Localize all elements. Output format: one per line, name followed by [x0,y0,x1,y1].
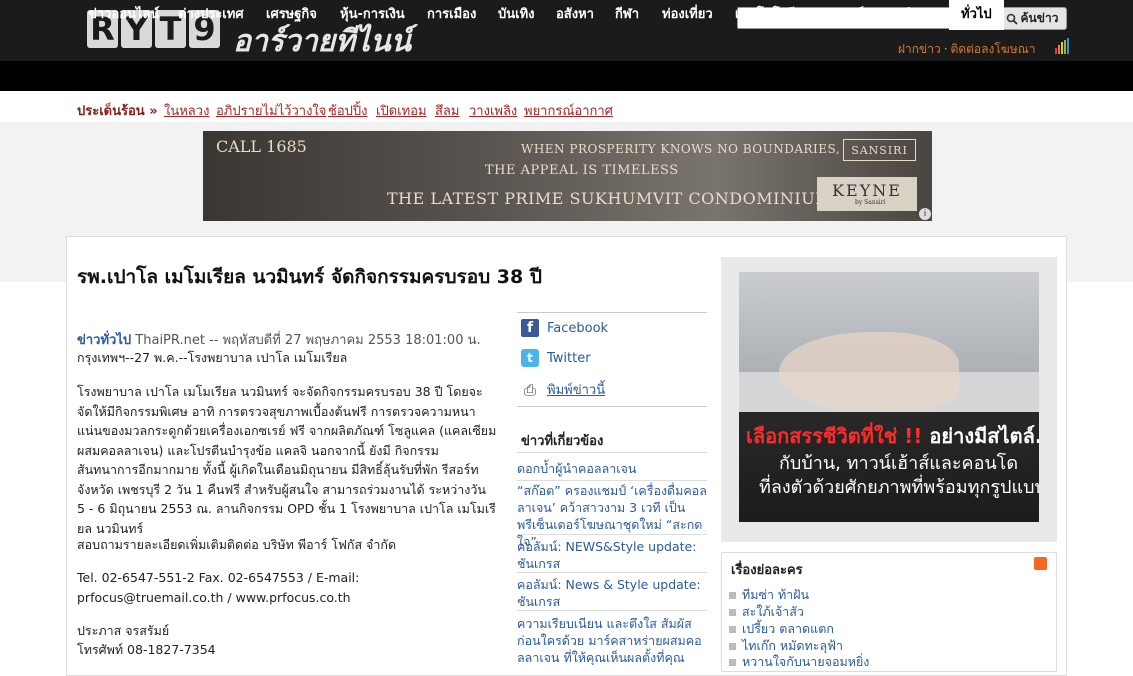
nav-item-auto[interactable]: ยานยนต์ [815,0,864,30]
nav-item-travel[interactable]: ท่องเที่ยว [662,0,713,30]
article-dateline: กรุงเทพฯ--27 พ.ค.--โรงพยาบาล เปาโล เมโมเ… [77,350,348,365]
article-source-date: ThaiPR.net -- พฤหัสบดีที่ 27 พฤษภาคม 255… [135,333,481,348]
drama-stories-title: เรื่องย่อละคร [731,563,803,578]
hot-link[interactable]: วางเพลิง [469,100,517,121]
divider [517,572,707,573]
banner-brand: SANSIRI [843,139,916,161]
equalizer-icon [1055,38,1069,54]
banner-call: CALL 1685 [216,137,307,156]
hot-link[interactable]: สึลม [435,100,459,121]
print-news[interactable]: ⎙ พิมพ์ข่าวนี้ [521,379,605,400]
submit-news-link[interactable]: ฝากข่าว [898,42,941,56]
hot-link[interactable]: อภิปรายไม่ไว้วางใจ [216,100,326,121]
article-contact: Tel. 02-6547-551-2 Fax. 02-6547553 / E-m… [77,570,360,605]
nav-item-online[interactable]: ข่าวออนไลน์ [88,0,159,30]
related-news-title: ข่าวที่เกี่ยวข้อง [521,434,604,449]
bullet-icon [729,658,736,666]
nav-item-technology[interactable]: เทคโนโลยี [735,0,795,30]
article-inquiry: สอบถามรายละเอียดเพิ่มเติมติดต่อ บริษัท พ… [77,537,397,552]
ad-person-shape [779,332,959,412]
ad-line3: ที่ลงตัวด้วยศักยภาพที่พร้อมทุกรูปแบบ [759,477,1039,498]
nav-item-stocks[interactable]: หุ้น-การเงิน [340,0,405,30]
share-facebook[interactable]: f Facebook [521,319,608,337]
hot-link[interactable]: ช้อปปิ้ง [328,100,367,121]
main-nav [0,61,1133,91]
advertise-link[interactable]: ติดต่อลงโฆษณา [951,42,1036,56]
share-twitter[interactable]: t Twitter [521,349,591,367]
search-icon [1006,13,1018,25]
twitter-icon: t [521,349,539,367]
ad-headline-white: อย่างมีสไตล์.. [922,424,1039,448]
related-item[interactable]: คอลัมน์: NEWS&Style update: ชันเกรส [517,538,707,572]
related-item[interactable]: ดอกบ้ำผู้นำคอลลาเจน [517,460,707,477]
divider [517,452,707,453]
search-button[interactable]: ค้นข่าว [997,7,1067,30]
bullet-icon [729,625,736,633]
facebook-label: Facebook [547,320,609,336]
nav-item-general[interactable]: ทั่วไป [949,0,1004,30]
banner-product: KEYNE by Sansiri [817,177,917,211]
twitter-label: Twitter [547,350,591,366]
printer-icon: ⎙ [523,380,536,399]
divider [517,480,707,481]
facebook-icon: f [521,319,539,337]
nav-item-economy[interactable]: เศรษฐกิจ [266,0,317,30]
article-meta: ข่าวทั่วไป ThaiPR.net -- พฤหัสบดีที่ 27 … [77,329,481,350]
banner-line3: THE LATEST PRIME SUKHUMVIT CONDOMINIUM [387,189,833,208]
print-label: พิมพ์ข่าวนี้ [547,383,606,398]
divider [517,312,707,313]
related-item[interactable]: ความเรียบเนียน และตึงใส สัมผัสก่อนใครด้ว… [517,615,707,665]
hot-link[interactable]: เปิดเทอม [376,100,427,121]
article-phone: โทรศัพท์ 08-1827-7354 [77,642,216,657]
separator-dot: · [943,42,948,56]
nav-item-sport[interactable]: กีฬา [615,0,639,30]
divider [517,406,707,407]
header-links: ฝากข่าว · ติดต่อลงโฆษณา [898,40,1035,59]
story-item-label: หวานใจกับนายจอมหยิ่ง [742,654,870,669]
banner-ad[interactable]: CALL 1685 WHEN PROSPERITY KNOWS NO BOUND… [203,131,932,221]
nav-item-politics[interactable]: การเมือง [427,0,476,30]
story-item[interactable]: หวานใจกับนายจอมหยิ่ง [729,652,869,672]
divider [517,610,707,611]
related-item[interactable]: คอลัมน์: News & Style update: ชันเกรส [517,576,707,610]
article-title: รพ.เปาโล เมโมเรียล นวมินทร์ จัดกิจกรรมคร… [77,266,542,288]
property-ad[interactable]: เลือกสรรชีวิตที่ใช่ !! อย่างมีสไตล์.. กั… [739,272,1039,522]
banner-product-sub: by Sansiri [855,199,886,206]
article-person: ประภาส จรสรัมย์ [77,623,170,638]
bullet-icon [729,591,736,599]
article-body: โรงพยาบาล เปาโล เมโมเรียล นวมินทร์ จะจัด… [77,384,497,536]
bullet-icon [729,642,736,650]
nav-item-property[interactable]: อสังหา [556,0,594,30]
rss-icon[interactable] [1034,557,1047,570]
ad-headline-red: เลือกสรรชีวิตที่ใช่ !! [746,424,923,448]
ad-info-icon[interactable]: i [919,208,931,220]
hot-link[interactable]: พยากรณ์อากาศ [524,100,613,121]
nav-item-entertainment[interactable]: บันเทิง [498,0,535,30]
hot-link[interactable]: ในหลวง [164,100,209,121]
article-category-link[interactable]: ข่าวทั่วไป [77,333,131,348]
bullet-icon [729,608,736,616]
hot-topics-label: ประเด็นร้อน » [77,104,158,119]
nav-item-survey[interactable]: ผลสำรวจ [887,0,940,30]
banner-line2: THE APPEAL IS TIMELESS [485,163,679,178]
banner-product-name: KEYNE [832,181,902,200]
divider [517,534,707,535]
search-button-label: ค้นข่าว [1020,11,1059,25]
nav-item-world[interactable]: ต่างประเทศ [178,0,244,30]
banner-line1: WHEN PROSPERITY KNOWS NO BOUNDARIES, [521,142,841,156]
